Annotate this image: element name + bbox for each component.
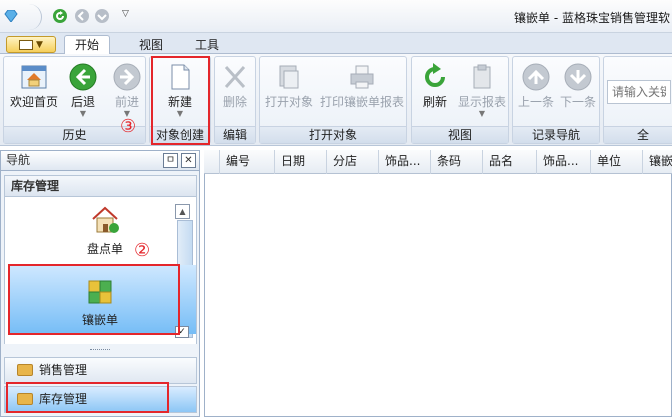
open-object-icon	[274, 62, 304, 92]
delete-button-label: 删除	[222, 95, 247, 109]
back-button-label: 后退	[70, 95, 95, 109]
down-arrow-icon	[563, 62, 593, 92]
column-header-number[interactable]: 编号	[220, 150, 275, 174]
home-button-label: 欢迎首页	[9, 95, 58, 109]
highlight-box-new	[151, 56, 210, 145]
collapse-up-button[interactable]: ▲	[175, 204, 190, 219]
column-header-unit[interactable]: 单位	[591, 150, 643, 174]
close-icon: ✕	[184, 155, 193, 166]
show-report-button[interactable]: 显示报表 ▼	[456, 60, 508, 128]
up-arrow-icon	[521, 62, 551, 92]
group-label-record-nav: 记录导航	[513, 126, 599, 143]
tab-tools[interactable]: 工具	[184, 35, 230, 54]
pin-icon: ㅁ	[165, 155, 176, 166]
quick-down-icon[interactable]	[94, 8, 110, 24]
home-page-icon	[19, 62, 49, 92]
data-grid	[204, 150, 672, 417]
clipboard-report-icon	[467, 62, 497, 92]
forward-arrow-icon	[112, 62, 142, 92]
application-menu-button[interactable]: ▼	[6, 36, 56, 53]
previous-record-label: 上一条	[517, 95, 554, 109]
column-header-jewelry-1[interactable]: 饰品...	[379, 150, 431, 174]
chevron-down-icon: ▼	[36, 39, 43, 50]
module-sales[interactable]: 销售管理	[4, 357, 197, 384]
column-header-jewelry-2[interactable]: 饰品...	[537, 150, 591, 174]
quick-back-icon[interactable]	[74, 8, 90, 24]
previous-record-button[interactable]: 上一条	[513, 60, 559, 128]
print-report-button[interactable]: 打印镶嵌单报表	[318, 60, 406, 128]
quick-refresh-icon[interactable]	[52, 8, 68, 24]
tab-home[interactable]: 开始	[64, 35, 111, 54]
refresh-button[interactable]: 刷新	[412, 60, 458, 128]
close-pane-button[interactable]: ✕	[181, 153, 196, 168]
next-record-button[interactable]: 下一条	[555, 60, 601, 128]
open-object-button[interactable]: 打开对象	[263, 60, 315, 128]
section-header-inventory[interactable]: 库存管理	[4, 175, 197, 197]
show-report-label: 显示报表	[457, 95, 506, 109]
pin-pane-button[interactable]: ㅁ	[163, 153, 178, 168]
highlight-box-inlay	[8, 264, 180, 335]
splitter-grip[interactable]	[90, 349, 110, 352]
refresh-icon	[420, 62, 450, 92]
home-button[interactable]: 欢迎首页	[8, 60, 60, 128]
forward-button-label: 前进	[114, 95, 139, 109]
back-button[interactable]: 后退 ▼	[60, 60, 106, 128]
nav-item-stocktake-label: 盘点单	[86, 242, 123, 256]
annotation-2: ②	[134, 240, 151, 261]
delete-x-icon	[220, 62, 250, 92]
print-report-label: 打印镶嵌单报表	[319, 95, 404, 109]
app-logo-icon	[4, 9, 18, 23]
delete-button[interactable]: 删除	[212, 60, 258, 128]
open-object-label: 打开对象	[264, 95, 313, 109]
column-header-branch[interactable]: 分店	[327, 150, 379, 174]
group-label-open: 打开对象	[260, 126, 406, 143]
highlight-box-inventory	[6, 382, 169, 413]
printer-icon	[347, 62, 377, 92]
column-header-product-name[interactable]: 品名	[483, 150, 537, 174]
annotation-3: ③	[120, 116, 137, 137]
navigation-title: 导航	[6, 153, 31, 167]
tab-view[interactable]: 视图	[128, 35, 174, 54]
group-label-all: 全	[604, 126, 672, 143]
back-arrow-icon	[68, 62, 98, 92]
search-input[interactable]	[607, 80, 671, 104]
back-dropdown-icon: ▼	[79, 109, 87, 118]
show-report-dropdown-icon: ▼	[478, 109, 486, 118]
column-header-barcode[interactable]: 条码	[431, 150, 483, 174]
group-label-view: 视图	[412, 126, 508, 143]
column-header-inlay[interactable]: 镶嵌	[643, 150, 672, 174]
next-record-label: 下一条	[559, 95, 596, 109]
group-label-edit: 编辑	[215, 126, 255, 143]
customize-toolbar-icon[interactable]: ▽	[122, 9, 129, 19]
grid-corner[interactable]	[204, 150, 220, 174]
folder-icon	[17, 364, 33, 376]
column-header-date[interactable]: 日期	[275, 150, 327, 174]
window-title: 镶嵌单 - 蓝格珠宝销售管理软	[514, 11, 670, 25]
section-title: 库存管理	[11, 179, 60, 193]
refresh-button-label: 刷新	[422, 95, 447, 109]
module-sales-label: 销售管理	[39, 363, 88, 377]
app-menu-icon	[19, 39, 34, 50]
house-icon	[90, 205, 120, 235]
